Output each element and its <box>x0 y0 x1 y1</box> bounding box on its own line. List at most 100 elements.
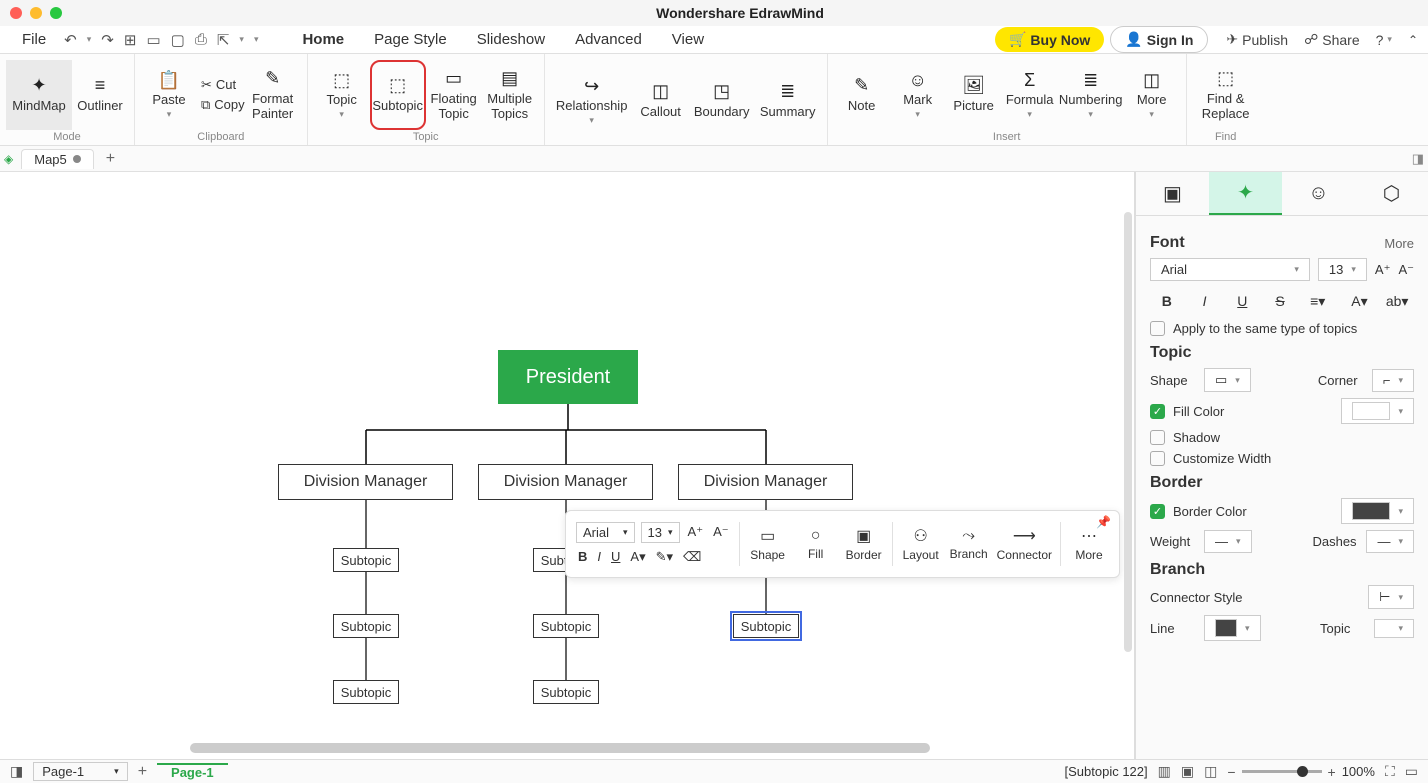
highlight-icon[interactable]: ✎▾ <box>654 547 675 567</box>
copy-button[interactable]: ⧉ Copy <box>201 97 245 113</box>
node-president[interactable]: President <box>498 350 638 404</box>
add-page-button[interactable]: + <box>138 763 147 781</box>
clear-format-icon[interactable]: ⌫ <box>681 547 703 567</box>
canvas[interactable]: President Division Manager Division Mana… <box>0 172 1135 759</box>
fit-page-icon[interactable]: ◫ <box>1204 763 1217 780</box>
outliner-mode-button[interactable]: ≡Outliner <box>72 60 128 130</box>
zoom-in-icon[interactable]: + <box>1328 764 1336 780</box>
mark-button[interactable]: ☺Mark▾ <box>890 60 946 130</box>
multiple-topics-button[interactable]: ▤Multiple Topics <box>482 60 538 130</box>
node-manager-3[interactable]: Division Manager <box>678 464 853 500</box>
summary-button[interactable]: ≣Summary <box>755 66 821 136</box>
save-icon[interactable]: ▢ <box>171 31 185 49</box>
border-color-select[interactable]: ▾ <box>1341 498 1414 524</box>
close-window[interactable] <box>10 7 22 19</box>
numbering-button[interactable]: ≣Numbering▾ <box>1058 60 1124 130</box>
line-color-select[interactable]: ▾ <box>1204 615 1261 641</box>
shadow-checkbox[interactable] <box>1150 430 1165 445</box>
note-button[interactable]: ✎Note <box>834 60 890 130</box>
undo-icon[interactable]: ↶ <box>64 31 77 49</box>
align-button[interactable]: ≡▾ <box>1301 287 1335 315</box>
font-shrink-icon[interactable]: A⁻ <box>1398 262 1414 278</box>
bold-button[interactable]: B <box>1150 287 1184 315</box>
collapse-ribbon[interactable]: ⌃ <box>1408 33 1418 47</box>
horizontal-scrollbar[interactable] <box>190 743 930 753</box>
panel-tab-emoji-icon[interactable]: ☺ <box>1282 172 1355 215</box>
font-color-icon[interactable]: A▾ <box>628 547 647 567</box>
ft-layout-button[interactable]: ⚇Layout <box>901 526 941 562</box>
publish-button[interactable]: ✈ Publish <box>1226 31 1288 48</box>
print-icon[interactable]: ⎙ <box>195 31 207 48</box>
subtopic-button[interactable]: ⬚Subtopic <box>370 60 426 130</box>
format-painter-button[interactable]: ✎Format Painter <box>245 60 301 130</box>
node-manager-1[interactable]: Division Manager <box>278 464 453 500</box>
ft-border-button[interactable]: ▣Border <box>844 526 884 562</box>
panel-tab-outline-icon[interactable]: ▣ <box>1136 172 1209 215</box>
connector-style-select[interactable]: ⊢▾ <box>1368 585 1414 609</box>
doc-tab[interactable]: Map5 <box>21 149 94 169</box>
mindmap-mode-button[interactable]: ✦MindMap <box>6 60 72 130</box>
node-subtopic[interactable]: Subtopic <box>533 680 599 704</box>
panel-tab-settings-icon[interactable]: ⬡ <box>1355 172 1428 215</box>
zoom-slider[interactable] <box>1242 770 1322 773</box>
redo-icon[interactable]: ↷ <box>101 31 114 49</box>
ft-branch-button[interactable]: ⤳Branch <box>949 527 989 561</box>
menu-slideshow[interactable]: Slideshow <box>465 27 557 52</box>
font-more-link[interactable]: More <box>1384 236 1414 251</box>
menu-file[interactable]: File <box>10 27 58 52</box>
help-button[interactable]: ?▾ <box>1376 32 1392 48</box>
underline-button[interactable]: U <box>1225 287 1259 315</box>
ft-shape-button[interactable]: ▭Shape <box>748 526 788 562</box>
sign-in-button[interactable]: 👤 Sign In <box>1110 26 1208 53</box>
panel-tab-style-icon[interactable]: ✦ <box>1209 172 1282 215</box>
font-shrink-icon[interactable]: A⁻ <box>711 522 731 542</box>
menu-home[interactable]: Home <box>290 27 356 52</box>
view-mode-2-icon[interactable]: ▣ <box>1181 763 1194 780</box>
paste-button[interactable]: 📋Paste▾ <box>141 60 197 130</box>
vertical-scrollbar[interactable] <box>1124 212 1132 652</box>
ft-size-select[interactable]: 13▾ <box>641 522 680 543</box>
dashes-select[interactable]: —▾ <box>1366 530 1414 553</box>
boundary-button[interactable]: ◳Boundary <box>689 66 755 136</box>
customize-width-checkbox[interactable] <box>1150 451 1165 466</box>
topic-button[interactable]: ⬚Topic▾ <box>314 60 370 130</box>
node-subtopic[interactable]: Subtopic <box>533 614 599 638</box>
corner-select[interactable]: ⌐▾ <box>1372 369 1414 392</box>
find-replace-button[interactable]: ⬚Find & Replace <box>1193 60 1259 130</box>
outline-view-icon[interactable]: ◨ <box>10 763 23 780</box>
export-icon[interactable]: ⇱ <box>217 31 230 49</box>
new-icon[interactable]: ⊞ <box>124 31 137 49</box>
font-grow-icon[interactable]: A⁺ <box>1375 262 1391 278</box>
cut-button[interactable]: ✂ Cut <box>201 77 245 93</box>
menu-view[interactable]: View <box>660 27 716 52</box>
picture-button[interactable]: 🖼Picture <box>946 60 1002 130</box>
branch-topic-select[interactable]: ▾ <box>1374 619 1414 638</box>
page-select[interactable]: Page-1▾ <box>33 762 127 781</box>
buy-now-button[interactable]: 🛒 Buy Now <box>995 27 1104 52</box>
relationship-button[interactable]: ↪Relationship▾ <box>551 66 633 136</box>
fullscreen-icon[interactable]: ⛶ <box>1385 763 1395 780</box>
highlight-button[interactable]: ab▾ <box>1380 287 1414 315</box>
maximize-window[interactable] <box>50 7 62 19</box>
node-subtopic[interactable]: Subtopic <box>333 680 399 704</box>
font-grow-icon[interactable]: A⁺ <box>686 522 706 542</box>
shape-select[interactable]: ▭▾ <box>1204 368 1251 392</box>
callout-button[interactable]: ◫Callout <box>633 66 689 136</box>
fill-color-checkbox[interactable]: ✓ <box>1150 404 1165 419</box>
font-color-button[interactable]: A▾ <box>1343 287 1377 315</box>
font-name-select[interactable]: Arial▾ <box>1150 258 1310 281</box>
weight-select[interactable]: —▾ <box>1204 530 1252 553</box>
more-insert-button[interactable]: ◫More▾ <box>1124 60 1180 130</box>
view-mode-1-icon[interactable]: ▥ <box>1158 763 1171 780</box>
ft-font-select[interactable]: Arial▾ <box>576 522 635 543</box>
italic-icon[interactable]: I <box>595 547 603 566</box>
presentation-icon[interactable]: ▭ <box>1405 763 1418 780</box>
page-tab[interactable]: Page-1 <box>157 763 228 780</box>
menu-advanced[interactable]: Advanced <box>563 27 654 52</box>
node-subtopic[interactable]: Subtopic <box>333 614 399 638</box>
add-tab-button[interactable]: + <box>100 150 121 168</box>
bold-icon[interactable]: B <box>576 547 589 566</box>
formula-button[interactable]: ΣFormula▾ <box>1002 60 1058 130</box>
node-subtopic-selected[interactable]: Subtopic <box>733 614 799 638</box>
pin-icon[interactable]: 📌 <box>1096 515 1111 529</box>
